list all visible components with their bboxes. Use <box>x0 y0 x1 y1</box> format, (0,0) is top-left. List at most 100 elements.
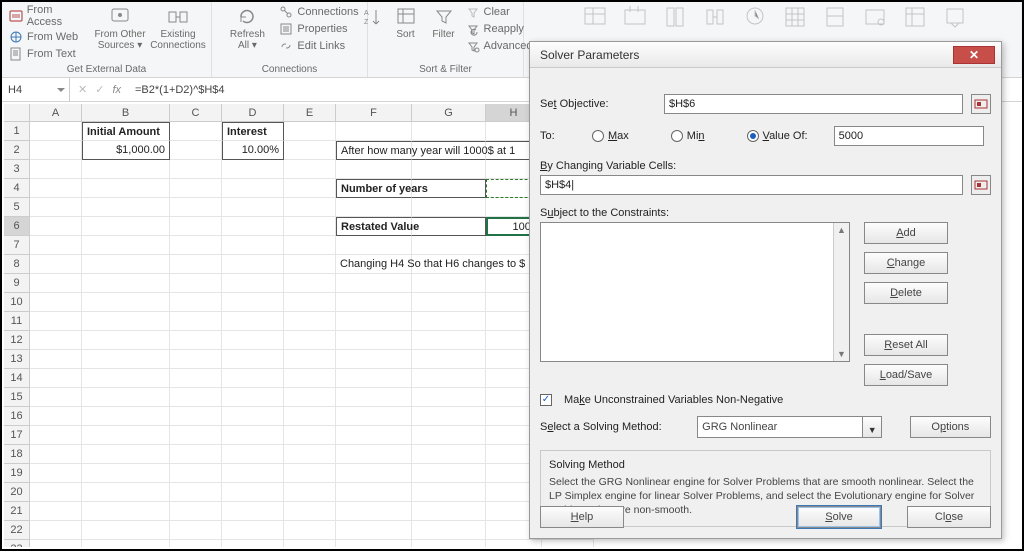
cell-B8[interactable] <box>82 255 170 274</box>
existing-connections-button[interactable]: Existing Connections <box>151 4 205 53</box>
cell-G7[interactable] <box>412 236 486 255</box>
help-button[interactable]: Help <box>540 506 624 528</box>
close-button[interactable]: ✕ <box>953 46 995 64</box>
cell-C13[interactable] <box>170 350 222 369</box>
sort-button[interactable]: Sort <box>389 4 423 42</box>
cell-A7[interactable] <box>30 236 82 255</box>
enter-formula-icon[interactable]: ✓ <box>95 83 104 96</box>
cell-E3[interactable] <box>284 160 336 179</box>
row-header-1[interactable]: 1 <box>4 122 30 141</box>
cell-F5[interactable] <box>336 198 412 217</box>
cell-C14[interactable] <box>170 369 222 388</box>
cell-F18[interactable] <box>336 445 412 464</box>
cell-E20[interactable] <box>284 483 336 502</box>
cell-D12[interactable] <box>222 331 284 350</box>
row-header-20[interactable]: 20 <box>4 483 30 502</box>
cell-F19[interactable] <box>336 464 412 483</box>
cell-G5[interactable] <box>412 198 486 217</box>
row-header-23[interactable]: 23 <box>4 540 30 547</box>
advanced-button[interactable]: Advanced <box>465 38 533 54</box>
cell-D1[interactable]: Interest <box>222 122 284 141</box>
cell-B7[interactable] <box>82 236 170 255</box>
cell-A12[interactable] <box>30 331 82 350</box>
cell-E23[interactable] <box>284 540 336 547</box>
cell-G4[interactable] <box>412 179 486 198</box>
change-constraint-button[interactable]: Change <box>864 252 948 274</box>
cell-A18[interactable] <box>30 445 82 464</box>
cell-G6[interactable] <box>412 217 486 236</box>
row-header-13[interactable]: 13 <box>4 350 30 369</box>
cell-F20[interactable] <box>336 483 412 502</box>
set-objective-input[interactable] <box>664 94 963 114</box>
row-header-6[interactable]: 6 <box>4 217 30 236</box>
row-header-19[interactable]: 19 <box>4 464 30 483</box>
cell-D9[interactable] <box>222 274 284 293</box>
cell-I23[interactable] <box>542 540 594 547</box>
cell-A14[interactable] <box>30 369 82 388</box>
cell-C18[interactable] <box>170 445 222 464</box>
cell-C17[interactable] <box>170 426 222 445</box>
cell-D20[interactable] <box>222 483 284 502</box>
connections-button[interactable]: Connections <box>278 4 358 20</box>
row-header-5[interactable]: 5 <box>4 198 30 217</box>
cell-C20[interactable] <box>170 483 222 502</box>
ref-picker-changing[interactable] <box>971 175 991 195</box>
row-header-16[interactable]: 16 <box>4 407 30 426</box>
cell-D13[interactable] <box>222 350 284 369</box>
cell-B2[interactable]: $1,000.00 <box>82 141 170 160</box>
row-header-21[interactable]: 21 <box>4 502 30 521</box>
cell-B23[interactable] <box>82 540 170 547</box>
cell-C15[interactable] <box>170 388 222 407</box>
cell-D10[interactable] <box>222 293 284 312</box>
cell-B16[interactable] <box>82 407 170 426</box>
cell-E4[interactable] <box>284 179 336 198</box>
cell-A19[interactable] <box>30 464 82 483</box>
col-header-G[interactable]: G <box>412 104 486 122</box>
radio-value-of[interactable]: Value Of: <box>747 130 808 142</box>
cell-A5[interactable] <box>30 198 82 217</box>
cell-E8[interactable] <box>284 255 336 274</box>
cell-E21[interactable] <box>284 502 336 521</box>
cell-C16[interactable] <box>170 407 222 426</box>
cell-B20[interactable] <box>82 483 170 502</box>
cell-C12[interactable] <box>170 331 222 350</box>
az-sort-button[interactable]: AZ <box>359 4 385 30</box>
cell-E15[interactable] <box>284 388 336 407</box>
cell-C21[interactable] <box>170 502 222 521</box>
cell-D21[interactable] <box>222 502 284 521</box>
close-dialog-button[interactable]: Close <box>907 506 991 528</box>
row-header-7[interactable]: 7 <box>4 236 30 255</box>
cell-B13[interactable] <box>82 350 170 369</box>
cell-C7[interactable] <box>170 236 222 255</box>
cell-A21[interactable] <box>30 502 82 521</box>
cell-D4[interactable] <box>222 179 284 198</box>
cell-E19[interactable] <box>284 464 336 483</box>
cell-E16[interactable] <box>284 407 336 426</box>
from-web-button[interactable]: From Web <box>8 29 89 45</box>
cell-F6[interactable]: Restated Value <box>336 217 412 236</box>
row-header-2[interactable]: 2 <box>4 141 30 160</box>
cell-B11[interactable] <box>82 312 170 331</box>
cell-D16[interactable] <box>222 407 284 426</box>
cell-B3[interactable] <box>82 160 170 179</box>
cell-G18[interactable] <box>412 445 486 464</box>
cell-F16[interactable] <box>336 407 412 426</box>
dialog-titlebar[interactable]: Solver Parameters ✕ <box>530 42 1001 68</box>
cell-E22[interactable] <box>284 521 336 540</box>
cell-A13[interactable] <box>30 350 82 369</box>
cell-B22[interactable] <box>82 521 170 540</box>
options-button[interactable]: Options <box>910 416 991 438</box>
cell-G21[interactable] <box>412 502 486 521</box>
cell-A3[interactable] <box>30 160 82 179</box>
select-all-corner[interactable] <box>4 104 30 122</box>
radio-max[interactable]: Max <box>592 130 629 142</box>
cell-B9[interactable] <box>82 274 170 293</box>
cell-A22[interactable] <box>30 521 82 540</box>
cell-C3[interactable] <box>170 160 222 179</box>
cell-B4[interactable] <box>82 179 170 198</box>
row-header-14[interactable]: 14 <box>4 369 30 388</box>
cell-F4[interactable]: Number of years <box>336 179 412 198</box>
cell-B17[interactable] <box>82 426 170 445</box>
cell-F22[interactable] <box>336 521 412 540</box>
constraints-list[interactable] <box>540 222 850 362</box>
